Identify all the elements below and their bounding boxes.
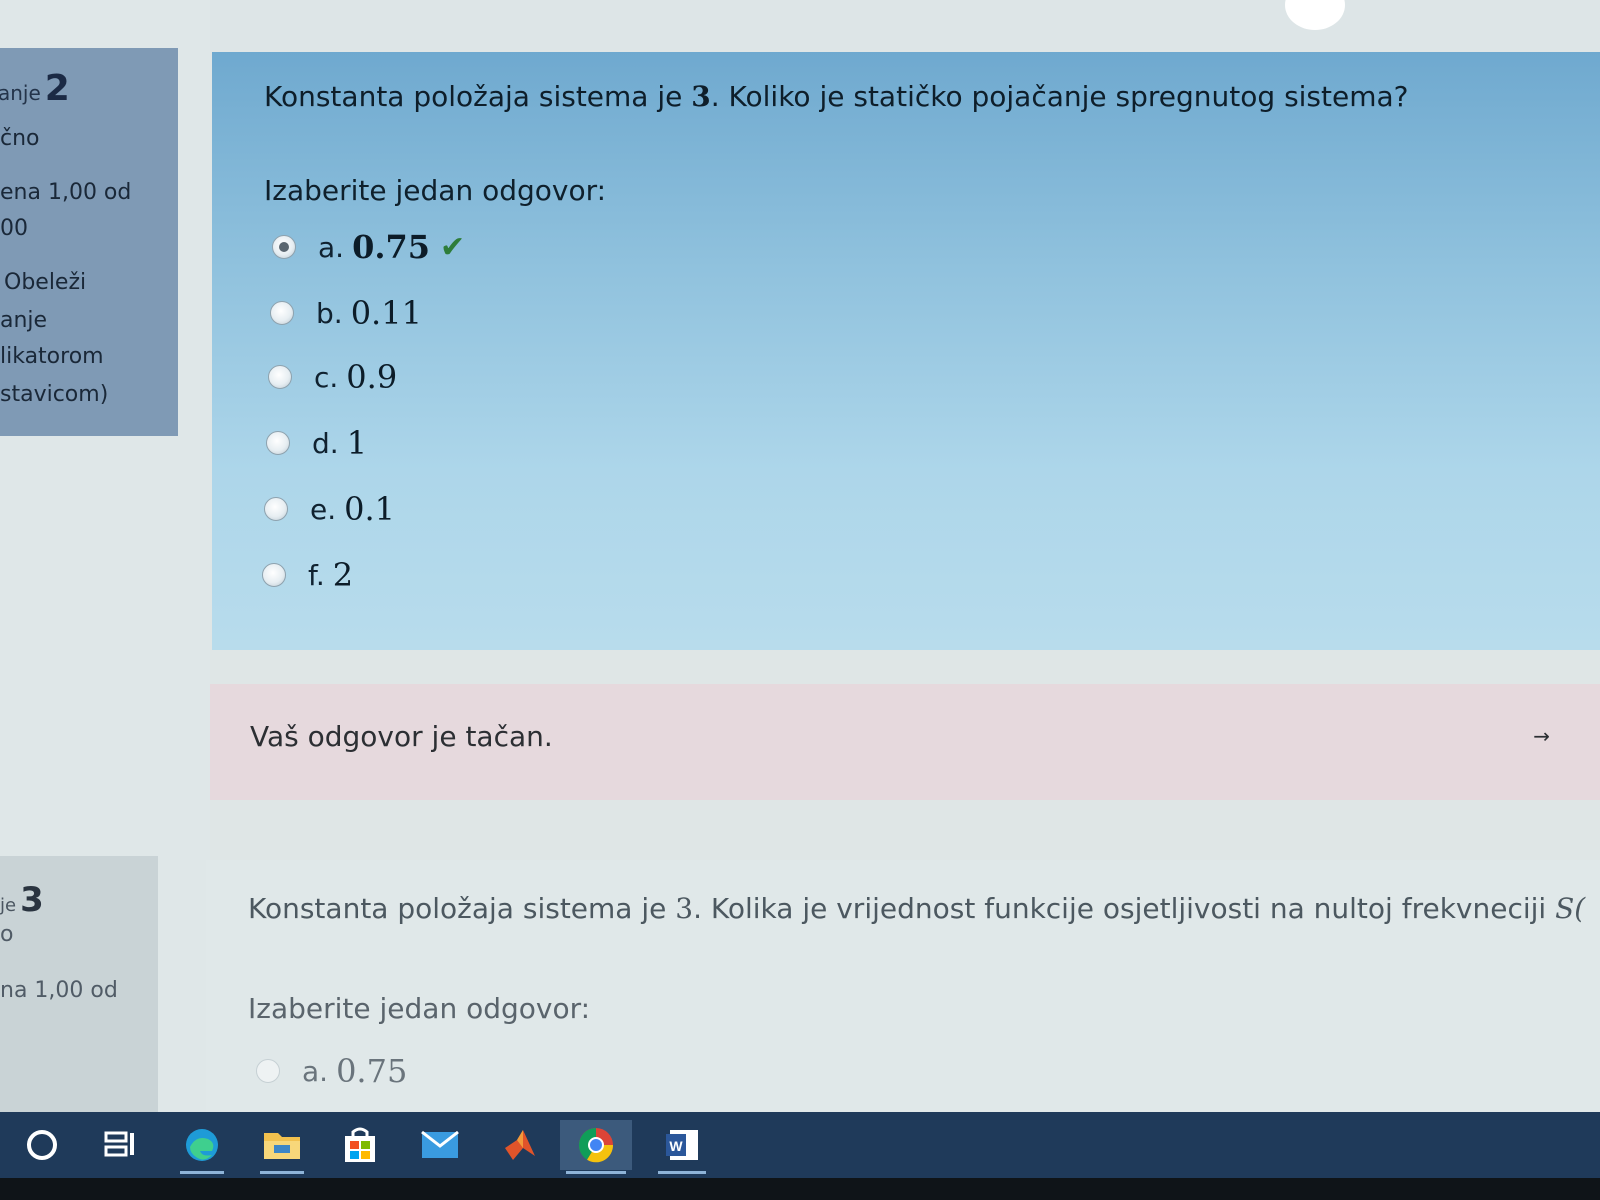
answer-option-b[interactable]: b. 0.11 — [270, 288, 422, 338]
question-text-value: 3 — [691, 80, 711, 113]
radio-button[interactable] — [262, 563, 286, 587]
cortana-icon[interactable] — [14, 1120, 70, 1170]
answer-letter: a. — [302, 1054, 329, 1088]
question-grade: na 1,00 od — [0, 978, 118, 1003]
answer-letter: d. — [312, 426, 339, 460]
answer-option-c[interactable]: c. 0.9 — [268, 352, 397, 402]
screen-bezel — [0, 1178, 1600, 1200]
answer-letter: b. — [316, 296, 343, 330]
windows-taskbar: W — [0, 1112, 1600, 1178]
mail-icon[interactable] — [412, 1120, 468, 1170]
answer-value: 2 — [332, 556, 354, 594]
radio-button[interactable] — [272, 235, 296, 259]
question-2-formulation: Konstanta položaja sistema je 3. Koliko … — [212, 52, 1600, 650]
answer-value: 0.75 — [336, 1052, 408, 1090]
question-text: Konstanta položaja sistema je 3. Kolika … — [248, 892, 1585, 925]
answer-letter: a. — [318, 230, 345, 264]
store-icon[interactable] — [332, 1120, 388, 1170]
svg-text:W: W — [669, 1138, 683, 1154]
question-3-formulation: Konstanta položaja sistema je 3. Kolika … — [206, 860, 1600, 1115]
radio-button[interactable] — [270, 301, 294, 325]
answer-value: 0.75 — [352, 228, 430, 266]
question-grade-max: 00 — [0, 216, 28, 241]
answer-prompt: Izaberite jedan odgovor: — [264, 174, 607, 207]
correct-check-icon: ✔ — [440, 229, 466, 265]
answer-option-a[interactable]: a. 0.75 ✔ — [272, 222, 465, 272]
answer-option-a[interactable]: a. 0.75 — [256, 1046, 407, 1096]
flag-question-line4[interactable]: stavicom) — [0, 382, 108, 407]
top-strip — [0, 0, 1600, 50]
question-number: anje 2 — [0, 68, 70, 109]
question-text-part2: . Koliko je statičko pojačanje spregnuto… — [710, 80, 1409, 113]
answer-value: 0.9 — [346, 358, 398, 396]
flag-question-link[interactable]: Obeleži — [4, 270, 86, 295]
question-number-value: 2 — [44, 68, 70, 109]
question-feedback: Vaš odgovor je tačan. → — [210, 684, 1600, 800]
answer-option-e[interactable]: e. 0.1 — [264, 484, 395, 534]
task-view-icon[interactable] — [92, 1120, 148, 1170]
file-explorer-icon[interactable] — [254, 1120, 310, 1174]
question-text-part1: Konstanta položaja sistema je — [264, 80, 692, 113]
question-text-part2: . Kolika je vrijednost funkcije osjetlji… — [693, 892, 1556, 925]
radio-button[interactable] — [268, 365, 292, 389]
question-number: je 3 — [0, 880, 44, 920]
arrow-icon: → — [1533, 724, 1550, 748]
radio-button[interactable] — [264, 497, 288, 521]
answer-value: 1 — [346, 424, 368, 462]
question-label: anje — [0, 81, 41, 105]
flag-question-line3[interactable]: likatorom — [0, 344, 104, 369]
question-text-part1: Konstanta položaja sistema je — [248, 892, 676, 925]
edge-icon[interactable] — [174, 1120, 230, 1174]
chrome-icon[interactable] — [560, 1120, 632, 1174]
question-grade: ena 1,00 od — [0, 180, 132, 205]
answer-prompt: Izaberite jedan odgovor: — [248, 992, 591, 1025]
radio-button[interactable] — [266, 431, 290, 455]
question-info-2: anje 2 čno ena 1,00 od 00 Obeleži anje li… — [0, 48, 178, 436]
answer-value: 0.11 — [350, 294, 422, 332]
radio-button[interactable] — [256, 1059, 280, 1083]
answer-letter: f. — [308, 558, 325, 592]
flag-question-line2[interactable]: anje — [0, 308, 47, 333]
answer-value: 0.1 — [344, 490, 396, 528]
feedback-text: Vaš odgovor je tačan. — [250, 720, 553, 753]
question-label: je — [0, 895, 17, 916]
answer-letter: e. — [310, 492, 337, 526]
answer-option-d[interactable]: d. 1 — [266, 418, 367, 468]
question-text: Konstanta položaja sistema je 3. Koliko … — [264, 80, 1409, 113]
question-text-math: S( — [1555, 892, 1586, 925]
question-number-value: 3 — [20, 880, 44, 920]
word-icon[interactable]: W — [652, 1120, 712, 1174]
question-status: čno — [0, 126, 40, 151]
question-info-3: je 3 o na 1,00 od — [0, 856, 158, 1115]
question-status: o — [0, 922, 14, 947]
answer-letter: c. — [314, 360, 339, 394]
matlab-icon[interactable] — [492, 1120, 548, 1170]
question-text-value: 3 — [675, 892, 694, 925]
answer-option-f[interactable]: f. 2 — [262, 550, 353, 600]
